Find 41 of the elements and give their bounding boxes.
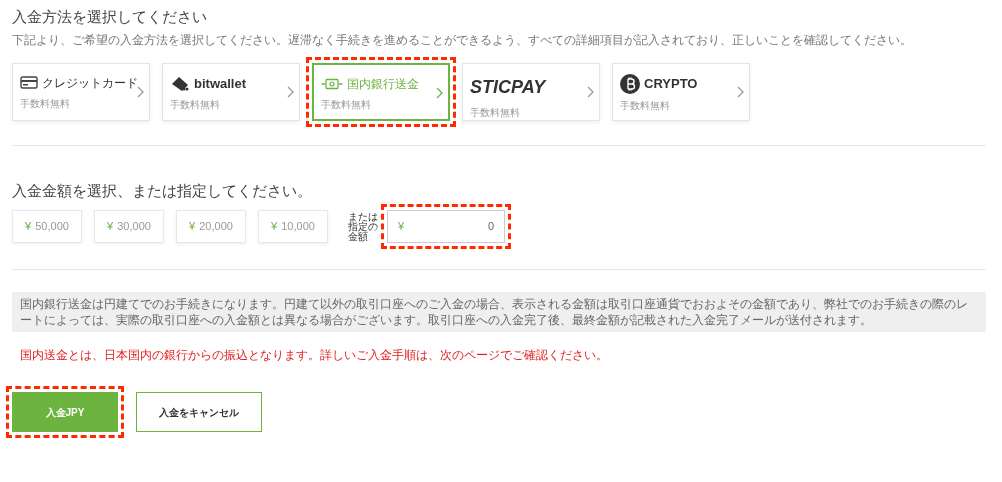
fee-label: 手数料無料 [620,98,671,113]
bitcoin-icon [620,73,640,94]
chevron-right-icon [137,85,144,98]
amount-label: 20,000 [199,219,233,235]
fee-label: 手数料無料 [170,98,221,112]
yen-sign: ¥ [398,219,405,235]
amount-label: 30,000 [117,219,151,235]
method-label: CRYPTO [644,74,698,93]
method-label: STICPAY [470,75,546,99]
credit-card-icon [20,76,38,89]
method-label: クレジットカード [42,74,138,92]
payment-method-card[interactable]: クレジットカード 手数料無料 [12,62,150,121]
yen-sign: ¥ [271,219,278,235]
custom-amount-label: または指定の金額 [348,211,379,242]
yen-sign: ¥ [107,219,114,235]
fee-label: 手数料無料 [20,96,71,111]
method-label: bitwallet [194,74,246,93]
warning-text: 国内送金とは、日本国内の銀行からの振込となります。詳しいご入金手順は、次のページでご確認ください。 [20,347,609,364]
fee-label: 手数料無料 [321,97,372,112]
wallet-icon [170,74,190,92]
amount-label: 10,000 [281,219,315,235]
amount-input-field[interactable]: ¥ 0 [387,210,505,243]
section-title: 入金方法を選択してください [12,7,208,27]
yen-sign: ¥ [25,219,32,235]
method-label: 国内銀行送金 [347,75,419,93]
chevron-right-icon [587,85,594,98]
fee-label: 手数料無料 [470,105,521,120]
chevron-right-icon [737,85,744,98]
amount-label: 50,000 [35,219,69,235]
section-title: 入金金額を選択、または指定してください。 [12,180,313,201]
banknote-icon [321,77,343,90]
yen-sign: ¥ [189,219,196,235]
section-description: 下記より、ご希望の入金方法を選択してください。遅滞なく手続きを進めることができるよう、すべての詳細項目が記入されており、正しいことを確認してください。 [12,31,913,49]
chevron-right-icon [436,86,443,99]
payment-method-card[interactable]: CRYPTO 手数料無料 [612,62,750,121]
payment-method-card[interactable]: STICPAY 手数料無料 [462,62,600,121]
chevron-right-icon [287,85,294,98]
notice-text: 国内銀行送金は円建てでのお手続きになります。円建て以外の取引口座へのご入金の場合、表示される金額は取引口座通貨でおおよその金額であり、弊社でのお手続きの際のレートによっては、実際の取引口座への入金額とは異なる場合がございます。取引口座への入金完了後、最終金額が記載された入金完了メールが送付されます。 [12,292,986,332]
input-value: 0 [487,219,494,235]
payment-method-card[interactable]: bitwallet 手数料無料 [162,62,300,121]
cancel-button[interactable]: 入金をキャンセル [136,392,262,432]
